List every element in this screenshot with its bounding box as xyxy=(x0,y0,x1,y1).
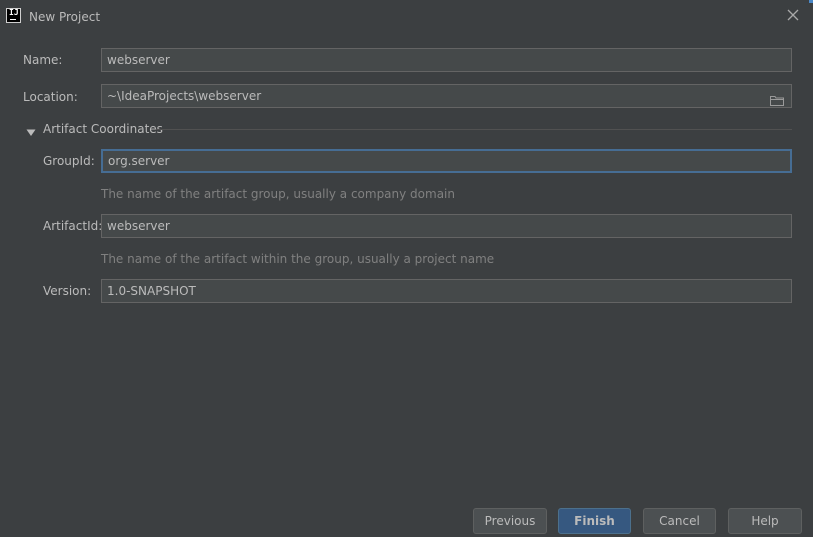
groupid-hint: The name of the artifact group, usually … xyxy=(101,187,455,201)
cancel-button[interactable]: Cancel xyxy=(643,508,716,534)
groupid-field[interactable]: org.server xyxy=(101,149,792,173)
name-field[interactable]: webserver xyxy=(101,48,792,72)
section-divider xyxy=(156,129,792,130)
location-value: ~\IdeaProjects\webserver xyxy=(107,89,262,103)
intellij-icon: IJ xyxy=(6,8,21,23)
artifactid-field[interactable]: webserver xyxy=(101,214,792,238)
triangle-down-icon[interactable] xyxy=(26,126,36,136)
dialog-title: New Project xyxy=(29,10,101,24)
version-label: Version: xyxy=(43,284,92,298)
artifact-coordinates-section: Artifact Coordinates xyxy=(26,122,792,138)
location-label: Location: xyxy=(23,90,78,104)
artifactid-hint: The name of the artifact within the grou… xyxy=(101,252,495,266)
previous-button[interactable]: Previous xyxy=(473,508,547,534)
new-project-dialog: IJ New Project Name: webserver Location:… xyxy=(0,0,813,537)
groupid-label: GroupId: xyxy=(43,154,95,168)
artifact-coordinates-toggle[interactable]: Artifact Coordinates xyxy=(43,122,163,136)
finish-button[interactable]: Finish xyxy=(558,508,631,534)
app-icon-text: IJ xyxy=(9,8,19,17)
help-button[interactable]: Help xyxy=(728,508,802,534)
folder-icon[interactable] xyxy=(770,91,784,106)
location-field[interactable]: ~\IdeaProjects\webserver xyxy=(101,84,792,108)
title-bar[interactable]: IJ New Project xyxy=(0,0,813,33)
close-icon[interactable] xyxy=(785,7,801,23)
artifactid-label: ArtifactId: xyxy=(43,219,103,233)
version-field[interactable]: 1.0-SNAPSHOT xyxy=(101,279,792,303)
name-label: Name: xyxy=(23,53,63,67)
